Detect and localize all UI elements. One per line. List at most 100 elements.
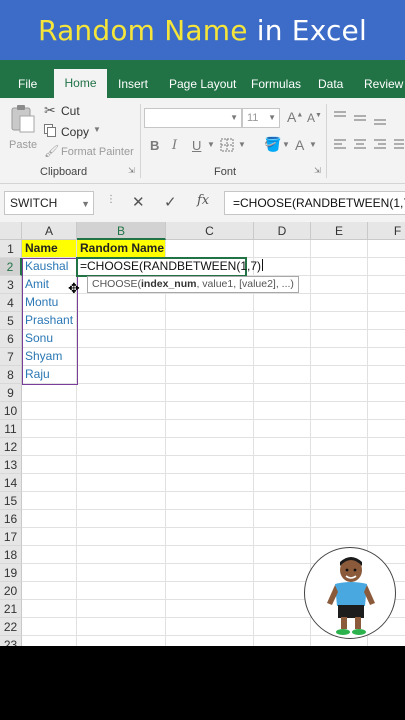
grid-cell[interactable] xyxy=(77,564,166,582)
grid-cell[interactable] xyxy=(368,330,405,348)
grid-cell[interactable] xyxy=(311,438,368,456)
select-all-corner[interactable] xyxy=(0,222,22,240)
font-color-dropdown-icon[interactable]: ▼ xyxy=(309,140,317,149)
increase-font-icon[interactable]: A▲ xyxy=(287,109,303,125)
column-header-d[interactable]: D xyxy=(254,222,311,240)
grid-cell[interactable] xyxy=(77,312,166,330)
grid-cell[interactable] xyxy=(311,294,368,312)
copy-dropdown-icon[interactable]: ▼ xyxy=(93,125,101,134)
grid-cell[interactable] xyxy=(22,564,77,582)
grid-cell[interactable] xyxy=(311,384,368,402)
row-header-10[interactable]: 10 xyxy=(0,402,22,420)
grid-cell[interactable] xyxy=(311,402,368,420)
tab-file[interactable]: File xyxy=(12,70,43,98)
grid-cell[interactable] xyxy=(311,258,368,276)
grid-cell[interactable] xyxy=(311,240,368,258)
cell-a8[interactable]: Raju xyxy=(22,366,77,384)
grid-cell[interactable] xyxy=(166,420,254,438)
cell-a5[interactable]: Prashant xyxy=(22,312,77,330)
grid-cell[interactable] xyxy=(311,474,368,492)
grid-cell[interactable] xyxy=(22,402,77,420)
formula-bar-handle-icon[interactable]: ⋮ xyxy=(106,194,116,205)
grid-cell[interactable] xyxy=(254,582,311,600)
grid-cell[interactable] xyxy=(254,636,311,646)
grid-cell[interactable] xyxy=(77,546,166,564)
grid-cell[interactable] xyxy=(22,600,77,618)
grid-cell[interactable] xyxy=(254,366,311,384)
grid-cell[interactable] xyxy=(22,384,77,402)
grid-cell[interactable] xyxy=(77,456,166,474)
column-header-a[interactable]: A xyxy=(22,222,77,240)
cell-a2[interactable]: Kaushal xyxy=(22,258,77,276)
grid-cell[interactable] xyxy=(166,636,254,646)
row-header-19[interactable]: 19 xyxy=(0,564,22,582)
grid-cell[interactable] xyxy=(368,456,405,474)
grid-cell[interactable] xyxy=(166,294,254,312)
fill-color-dropdown-icon[interactable]: ▼ xyxy=(282,140,290,149)
grid-cell[interactable] xyxy=(368,384,405,402)
grid-cell[interactable] xyxy=(254,402,311,420)
grid-cell[interactable] xyxy=(311,492,368,510)
row-header-2[interactable]: 2 xyxy=(0,258,22,276)
grid-cell[interactable] xyxy=(368,492,405,510)
grid-cell[interactable] xyxy=(368,276,405,294)
row-header-12[interactable]: 12 xyxy=(0,438,22,456)
grid-cell[interactable] xyxy=(311,456,368,474)
italic-icon[interactable]: I xyxy=(172,138,177,153)
grid-cell[interactable] xyxy=(77,510,166,528)
grid-cell[interactable] xyxy=(166,546,254,564)
cell-a7[interactable]: Shyam xyxy=(22,348,77,366)
grid-cell[interactable] xyxy=(22,456,77,474)
column-header-b[interactable]: B xyxy=(77,222,166,240)
grid-cell[interactable] xyxy=(254,438,311,456)
grid-cell[interactable] xyxy=(254,492,311,510)
grid-cell[interactable] xyxy=(77,366,166,384)
grid-cell[interactable] xyxy=(311,348,368,366)
grid-cell[interactable] xyxy=(166,402,254,420)
name-box[interactable]: SWITCH ▼ xyxy=(4,191,94,215)
grid-cell[interactable] xyxy=(22,510,77,528)
tab-formulas[interactable]: Formulas xyxy=(245,70,307,98)
function-tooltip[interactable]: CHOOSE(index_num, value1, [value2], ...) xyxy=(87,276,299,293)
grid-cell[interactable] xyxy=(22,528,77,546)
grid-cell[interactable] xyxy=(254,528,311,546)
grid-cell[interactable] xyxy=(77,348,166,366)
borders-dropdown-icon[interactable]: ▼ xyxy=(238,140,246,149)
row-header-14[interactable]: 14 xyxy=(0,474,22,492)
grid-cell[interactable] xyxy=(368,474,405,492)
grid-cell[interactable] xyxy=(166,348,254,366)
grid-cell[interactable] xyxy=(254,618,311,636)
grid-cell[interactable] xyxy=(22,618,77,636)
row-header-13[interactable]: 13 xyxy=(0,456,22,474)
dialog-launcher-icon[interactable]: ⇲ xyxy=(128,166,135,175)
active-cell-b2[interactable]: =CHOOSE(RANDBETWEEN(1,7) xyxy=(76,257,264,277)
row-header-1[interactable]: 1 xyxy=(0,240,22,258)
borders-icon[interactable] xyxy=(220,138,234,152)
column-header-c[interactable]: C xyxy=(166,222,254,240)
grid-cell[interactable] xyxy=(368,294,405,312)
row-header-21[interactable]: 21 xyxy=(0,600,22,618)
row-header-8[interactable]: 8 xyxy=(0,366,22,384)
grid-cell[interactable] xyxy=(22,438,77,456)
tab-data[interactable]: Data xyxy=(312,70,349,98)
formula-input[interactable]: =CHOOSE(RANDBETWEEN(1,7) xyxy=(224,191,405,215)
grid-cell[interactable] xyxy=(254,474,311,492)
row-header-3[interactable]: 3 xyxy=(0,276,22,294)
grid-cell[interactable] xyxy=(77,492,166,510)
row-header-16[interactable]: 16 xyxy=(0,510,22,528)
grid-cell[interactable] xyxy=(77,582,166,600)
grid-cell[interactable] xyxy=(368,312,405,330)
row-header-15[interactable]: 15 xyxy=(0,492,22,510)
grid-cell[interactable] xyxy=(368,402,405,420)
grid-cell[interactable] xyxy=(77,528,166,546)
row-header-4[interactable]: 4 xyxy=(0,294,22,312)
grid-cell[interactable] xyxy=(254,294,311,312)
grid-cell[interactable] xyxy=(22,474,77,492)
grid-cell[interactable] xyxy=(166,330,254,348)
grid-cell[interactable] xyxy=(166,618,254,636)
grid-cell[interactable] xyxy=(22,582,77,600)
grid-cell[interactable] xyxy=(368,240,405,258)
grid-cell[interactable] xyxy=(254,348,311,366)
grid-cell[interactable] xyxy=(77,330,166,348)
row-header-9[interactable]: 9 xyxy=(0,384,22,402)
